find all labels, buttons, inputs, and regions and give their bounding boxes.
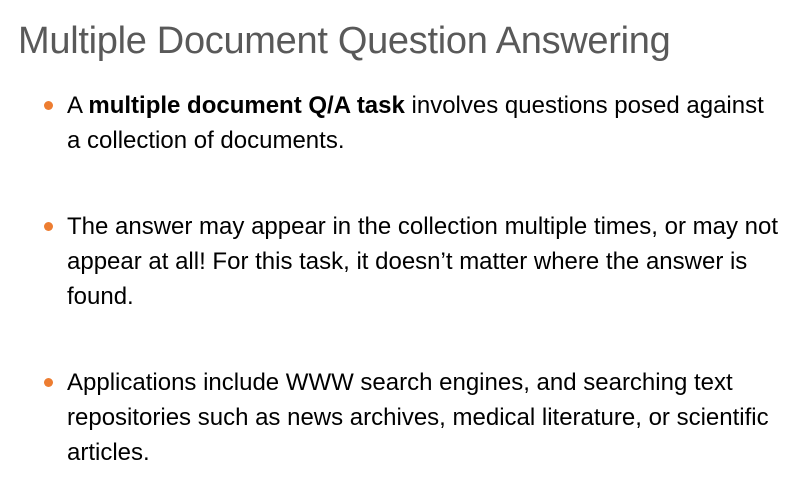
bullet-dot-icon xyxy=(44,101,53,110)
bullet-dot-icon xyxy=(44,378,53,387)
bullet-text: Applications include WWW search engines,… xyxy=(67,369,769,466)
slide-title: Multiple Document Question Answering xyxy=(18,20,671,62)
bullet-text-bold: multiple document Q/A task xyxy=(88,92,405,119)
bullet-text-pre: A xyxy=(67,92,89,119)
bullet-dot-icon xyxy=(44,222,53,231)
slide: Multiple Document Question Answering A m… xyxy=(0,0,796,503)
bullet-text: The answer may appear in the collection … xyxy=(67,213,778,310)
bullet-text: A multiple document Q/A task involves qu… xyxy=(67,88,779,158)
